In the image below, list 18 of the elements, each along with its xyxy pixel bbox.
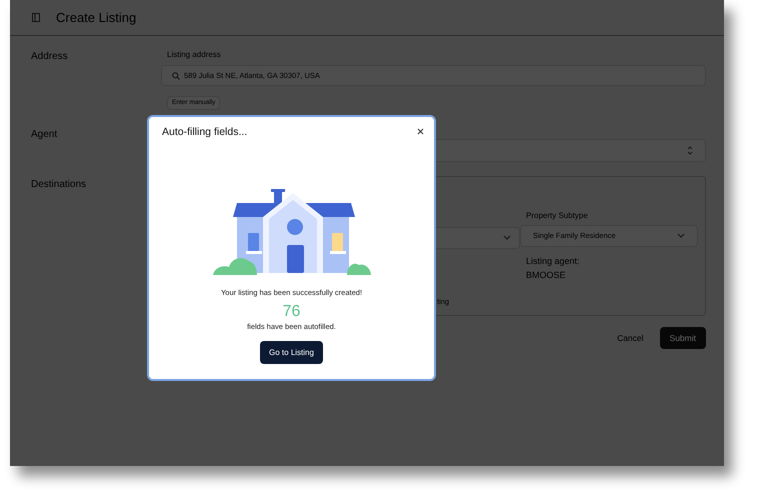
search-icon xyxy=(172,72,180,80)
section-label: Destinations xyxy=(31,178,88,192)
field-label: Property Subtype xyxy=(525,210,589,222)
field-label: Listing address xyxy=(166,49,222,61)
autofilled-count: 76 xyxy=(282,303,300,321)
listing-agent-label: Listing agent: xyxy=(525,255,581,268)
modal-title: Auto-filling fields... xyxy=(162,125,248,140)
go-to-listing-button[interactable]: Go to Listing xyxy=(260,341,323,364)
submit-button[interactable]: Submit xyxy=(660,327,706,349)
up-down-chevron-icon xyxy=(687,146,693,155)
chevron-down-icon xyxy=(503,235,511,241)
listing-agent-value: BMOOSE xyxy=(525,268,567,282)
sidebar-toggle-icon[interactable] xyxy=(32,13,40,22)
close-icon[interactable] xyxy=(417,128,424,135)
page-title: Create Listing xyxy=(56,8,136,27)
section-label: Agent xyxy=(31,128,58,142)
chevron-down-icon xyxy=(677,233,685,239)
section-label: Address xyxy=(31,50,69,64)
